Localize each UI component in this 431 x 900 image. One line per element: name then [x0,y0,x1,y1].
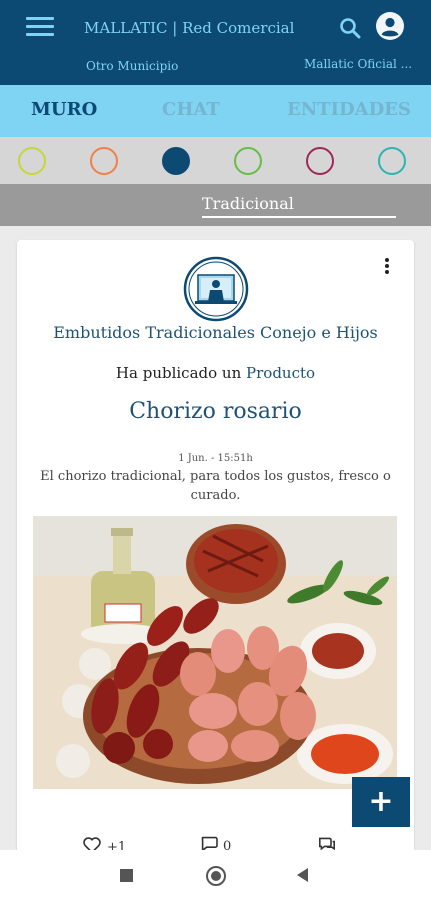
account-circle-icon[interactable] [376,12,404,40]
category-underline [202,216,396,218]
tab-muro[interactable]: MURO [31,99,97,120]
back-icon[interactable] [297,868,308,882]
category-circle-6[interactable] [378,147,406,175]
post-timestamp: 1 Jun. - 15:51h [178,453,253,464]
product-title[interactable]: Chorizo rosario [17,399,414,424]
tab-entidades[interactable]: ENTIDADES [287,99,411,120]
app-title: MALLATIC | Red Comercial [84,19,295,37]
entity-name[interactable]: Embutidos Tradicionales Conejo e Hijos [17,323,414,342]
more-vertical-icon[interactable] [381,258,393,276]
municipio-selector[interactable]: Otro Municipio [86,59,178,73]
app-bar: MALLATIC | Red Comercial Otro Municipio … [0,0,431,85]
oficial-selector[interactable]: Mallatic Oficial ... [304,57,422,71]
recents-icon[interactable] [120,869,133,882]
category-bar: Tradicional [0,184,431,226]
published-line: Ha publicado un Producto [17,364,414,382]
tab-chat[interactable]: CHAT [162,99,220,120]
published-prefix: Ha publicado un [115,364,242,382]
category-circle-3[interactable] [162,147,190,175]
post-card: Embutidos Tradicionales Conejo e Hijos H… [17,240,414,860]
plus-icon: + [368,784,394,819]
add-post-button[interactable]: + [352,777,410,827]
category-circle-2[interactable] [90,147,118,175]
category-label[interactable]: Tradicional [202,194,294,213]
post-description: El chorizo tradicional, para todos los g… [40,469,391,503]
search-icon[interactable] [338,16,362,40]
category-circle-5[interactable] [306,147,334,175]
category-filter-bar [0,137,431,184]
main-tabs: MURO CHAT ENTIDADES [0,85,431,137]
system-navigation-bar [0,850,431,900]
category-circle-4[interactable] [234,147,262,175]
published-type-link[interactable]: Producto [246,364,315,382]
home-icon[interactable] [206,866,226,886]
category-circle-1[interactable] [18,147,46,175]
entity-logo[interactable] [183,256,249,322]
product-image[interactable] [33,516,397,789]
menu-icon[interactable] [26,17,54,39]
